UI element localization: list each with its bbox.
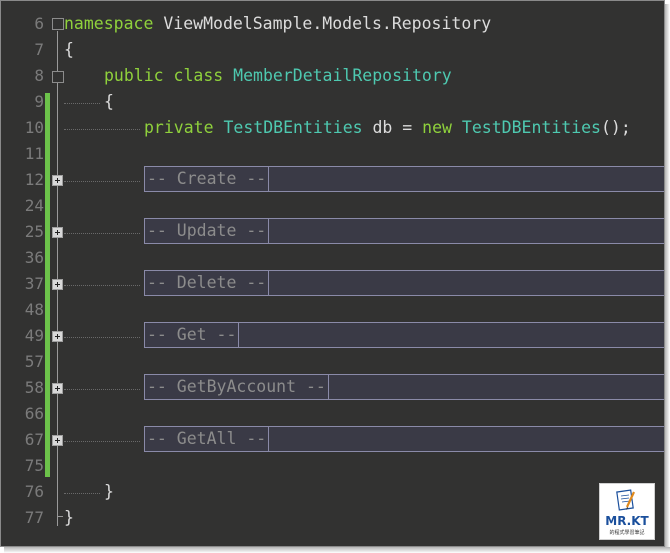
indent-guide [64, 181, 140, 183]
collapsed-region-update[interactable]: -- Update -- [144, 218, 664, 244]
mrkt-logo: MR.KT 的程式學習筆記 [599, 483, 655, 540]
code-line: 7 { [1, 37, 664, 63]
line-number: 57 [24, 352, 44, 371]
line-number: 9 [34, 92, 44, 111]
expand-region-icon[interactable] [52, 435, 63, 446]
code-fragment: db = [362, 118, 423, 137]
expand-region-icon[interactable] [52, 175, 63, 186]
code-line: 66 [1, 401, 664, 427]
code-text[interactable]: namespace ViewModelSample.Models.Reposit… [64, 11, 491, 37]
namespace-name: ViewModelSample.Models.Repository [153, 14, 492, 33]
expand-region-icon[interactable] [52, 279, 63, 290]
region-label: -- Get -- [145, 322, 240, 348]
logo-text: MR.KT [605, 514, 649, 528]
code-text[interactable]: public class MemberDetailRepository [104, 63, 452, 89]
code-line: 8 public class MemberDetailRepository [1, 63, 664, 89]
collapsed-region-create[interactable]: -- Create -- [144, 166, 664, 192]
collapsed-region-delete[interactable]: -- Delete -- [144, 270, 664, 296]
close-brace[interactable]: } [104, 479, 114, 505]
line-number: 37 [24, 274, 44, 293]
line-number: 7 [34, 40, 44, 59]
keyword: class [173, 66, 224, 85]
logo-subtitle: 的程式學習筆記 [609, 530, 645, 536]
indent-guide [64, 233, 140, 235]
line-number: 48 [24, 300, 44, 319]
line-number: 66 [24, 404, 44, 423]
code-line: 48 [1, 297, 664, 323]
line-number: 8 [34, 66, 44, 85]
line-number: 58 [24, 378, 44, 397]
indent-guide [64, 493, 100, 495]
line-number: 77 [24, 508, 44, 527]
code-line: 75 [1, 453, 664, 479]
code-line: 6 namespace ViewModelSample.Models.Repos… [1, 11, 664, 37]
type-name: TestDBEntities [461, 118, 601, 137]
code-text[interactable]: private TestDBEntities db = new TestDBEn… [144, 115, 631, 141]
close-brace[interactable]: } [64, 505, 74, 531]
collapse-toggle-icon[interactable] [52, 18, 64, 30]
keyword: namespace [64, 14, 154, 33]
line-number: 11 [24, 144, 44, 163]
line-number: 75 [24, 456, 44, 475]
keyword: new [422, 118, 452, 137]
indent-guide [64, 285, 140, 287]
class-name: MemberDetailRepository [233, 66, 452, 85]
code-fragment: (); [601, 118, 631, 137]
line-number: 6 [34, 14, 44, 33]
line-number: 10 [24, 118, 44, 137]
code-line: 9 { [1, 89, 664, 115]
line-number: 24 [24, 196, 44, 215]
expand-region-icon[interactable] [52, 227, 63, 238]
line-number: 36 [24, 248, 44, 267]
collapsed-region-getall[interactable]: -- GetAll -- [144, 426, 664, 452]
outline-guide-end [57, 516, 63, 517]
region-label: -- Delete -- [145, 270, 270, 296]
keyword: private [144, 118, 214, 137]
code-line: 24 [1, 193, 664, 219]
open-brace[interactable]: { [64, 37, 74, 63]
code-line: 36 [1, 245, 664, 271]
line-number: 67 [24, 430, 44, 449]
region-label: -- Update -- [145, 218, 270, 244]
region-label: -- GetAll -- [145, 426, 270, 452]
code-editor: 6 namespace ViewModelSample.Models.Repos… [0, 0, 665, 547]
code-line: 10 private TestDBEntities db = new TestD… [1, 115, 664, 141]
expand-region-icon[interactable] [52, 383, 63, 394]
keyword: public [104, 66, 164, 85]
indent-guide [64, 103, 100, 105]
type-name: TestDBEntities [223, 118, 363, 137]
open-brace[interactable]: { [104, 89, 114, 115]
code-line: 77 } [1, 505, 664, 531]
window-shadow-bottom [4, 547, 670, 553]
notebook-pen-icon [616, 489, 635, 511]
line-number: 12 [24, 170, 44, 189]
code-line: 57 [1, 349, 664, 375]
line-number: 25 [24, 222, 44, 241]
collapse-toggle-icon[interactable] [52, 71, 64, 83]
indent-guide [64, 337, 140, 339]
window-shadow-right [665, 4, 670, 552]
collapsed-region-get[interactable]: -- Get -- [144, 322, 664, 348]
code-line: 11 [1, 141, 664, 167]
region-label: -- GetByAccount -- [145, 374, 329, 400]
indent-guide [64, 441, 140, 443]
indent-guide [64, 129, 140, 131]
region-label: -- Create -- [145, 166, 270, 192]
indent-guide [64, 389, 140, 391]
code-line: 76 } [1, 479, 664, 505]
line-number: 49 [24, 326, 44, 345]
expand-region-icon[interactable] [52, 331, 63, 342]
collapsed-region-getbyaccount[interactable]: -- GetByAccount -- [144, 374, 664, 400]
line-number: 76 [24, 482, 44, 501]
